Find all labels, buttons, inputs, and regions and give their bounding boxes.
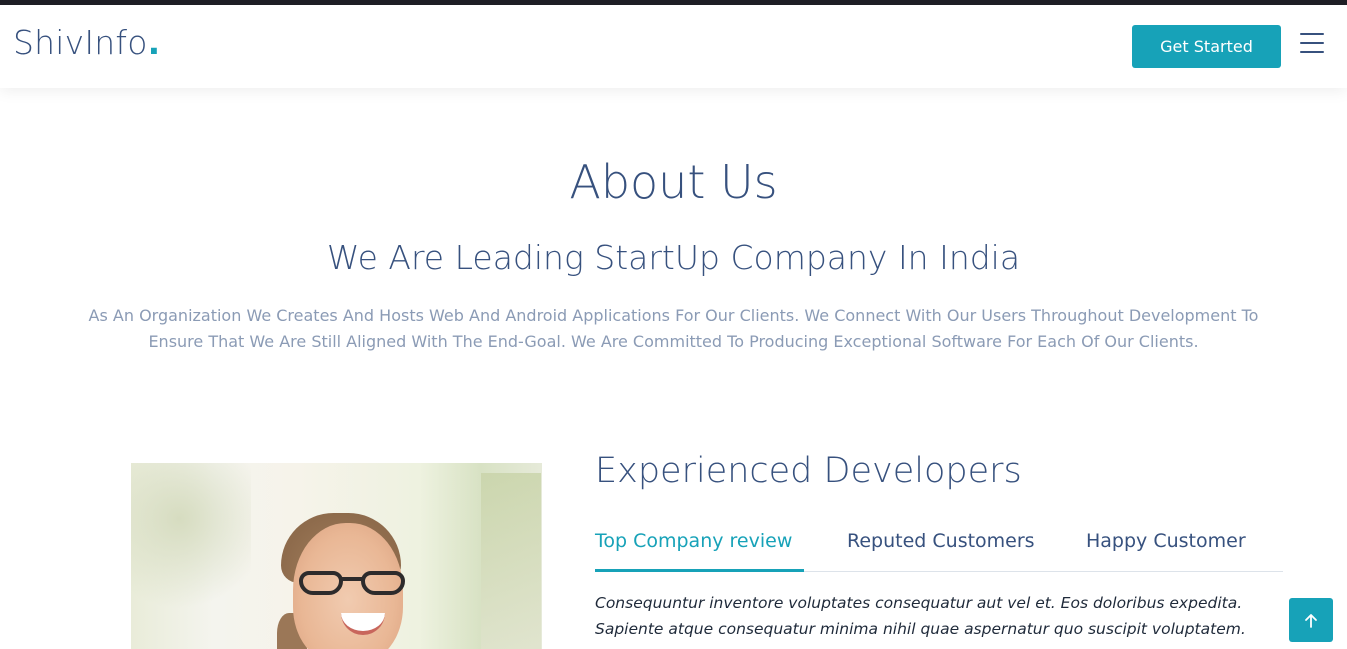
get-started-button[interactable]: Get Started <box>1132 25 1281 68</box>
feature-tabs: Top Company review Reputed Customers Hap… <box>595 528 1283 572</box>
hamburger-line <box>1300 42 1324 44</box>
arrow-up-icon <box>1305 613 1317 628</box>
tab-reputed-customers[interactable]: Reputed Customers <box>847 530 1035 572</box>
hamburger-line <box>1300 33 1324 35</box>
section-title: About Us <box>569 155 778 209</box>
photo-background <box>481 473 541 649</box>
features-title: Experienced Developers <box>595 451 1022 491</box>
logo-dot: . <box>147 23 161 62</box>
glasses-bridge <box>341 577 363 581</box>
hamburger-icon[interactable] <box>1300 33 1324 53</box>
photo-background <box>131 463 251 649</box>
tab-happy-customer[interactable]: Happy Customer <box>1086 530 1246 572</box>
section-subtitle: We Are Leading StartUp Company In India <box>326 238 1021 277</box>
tab-top-company-review[interactable]: Top Company review <box>595 530 804 572</box>
photo-glasses <box>299 571 411 597</box>
back-to-top-button[interactable] <box>1289 598 1333 642</box>
section-description: As An Organization We Creates And Hosts … <box>88 306 1259 351</box>
site-header: ShivInfo. Get Started <box>0 5 1347 88</box>
glasses-lens <box>361 571 405 595</box>
developer-photo <box>131 463 542 649</box>
logo-text[interactable]: ShivInfo <box>13 23 148 62</box>
glasses-lens <box>299 571 343 595</box>
site-logo[interactable]: ShivInfo. <box>13 23 160 62</box>
hamburger-line <box>1300 51 1324 53</box>
tab-content: Consequuntur inventore voluptates conseq… <box>595 594 1246 638</box>
